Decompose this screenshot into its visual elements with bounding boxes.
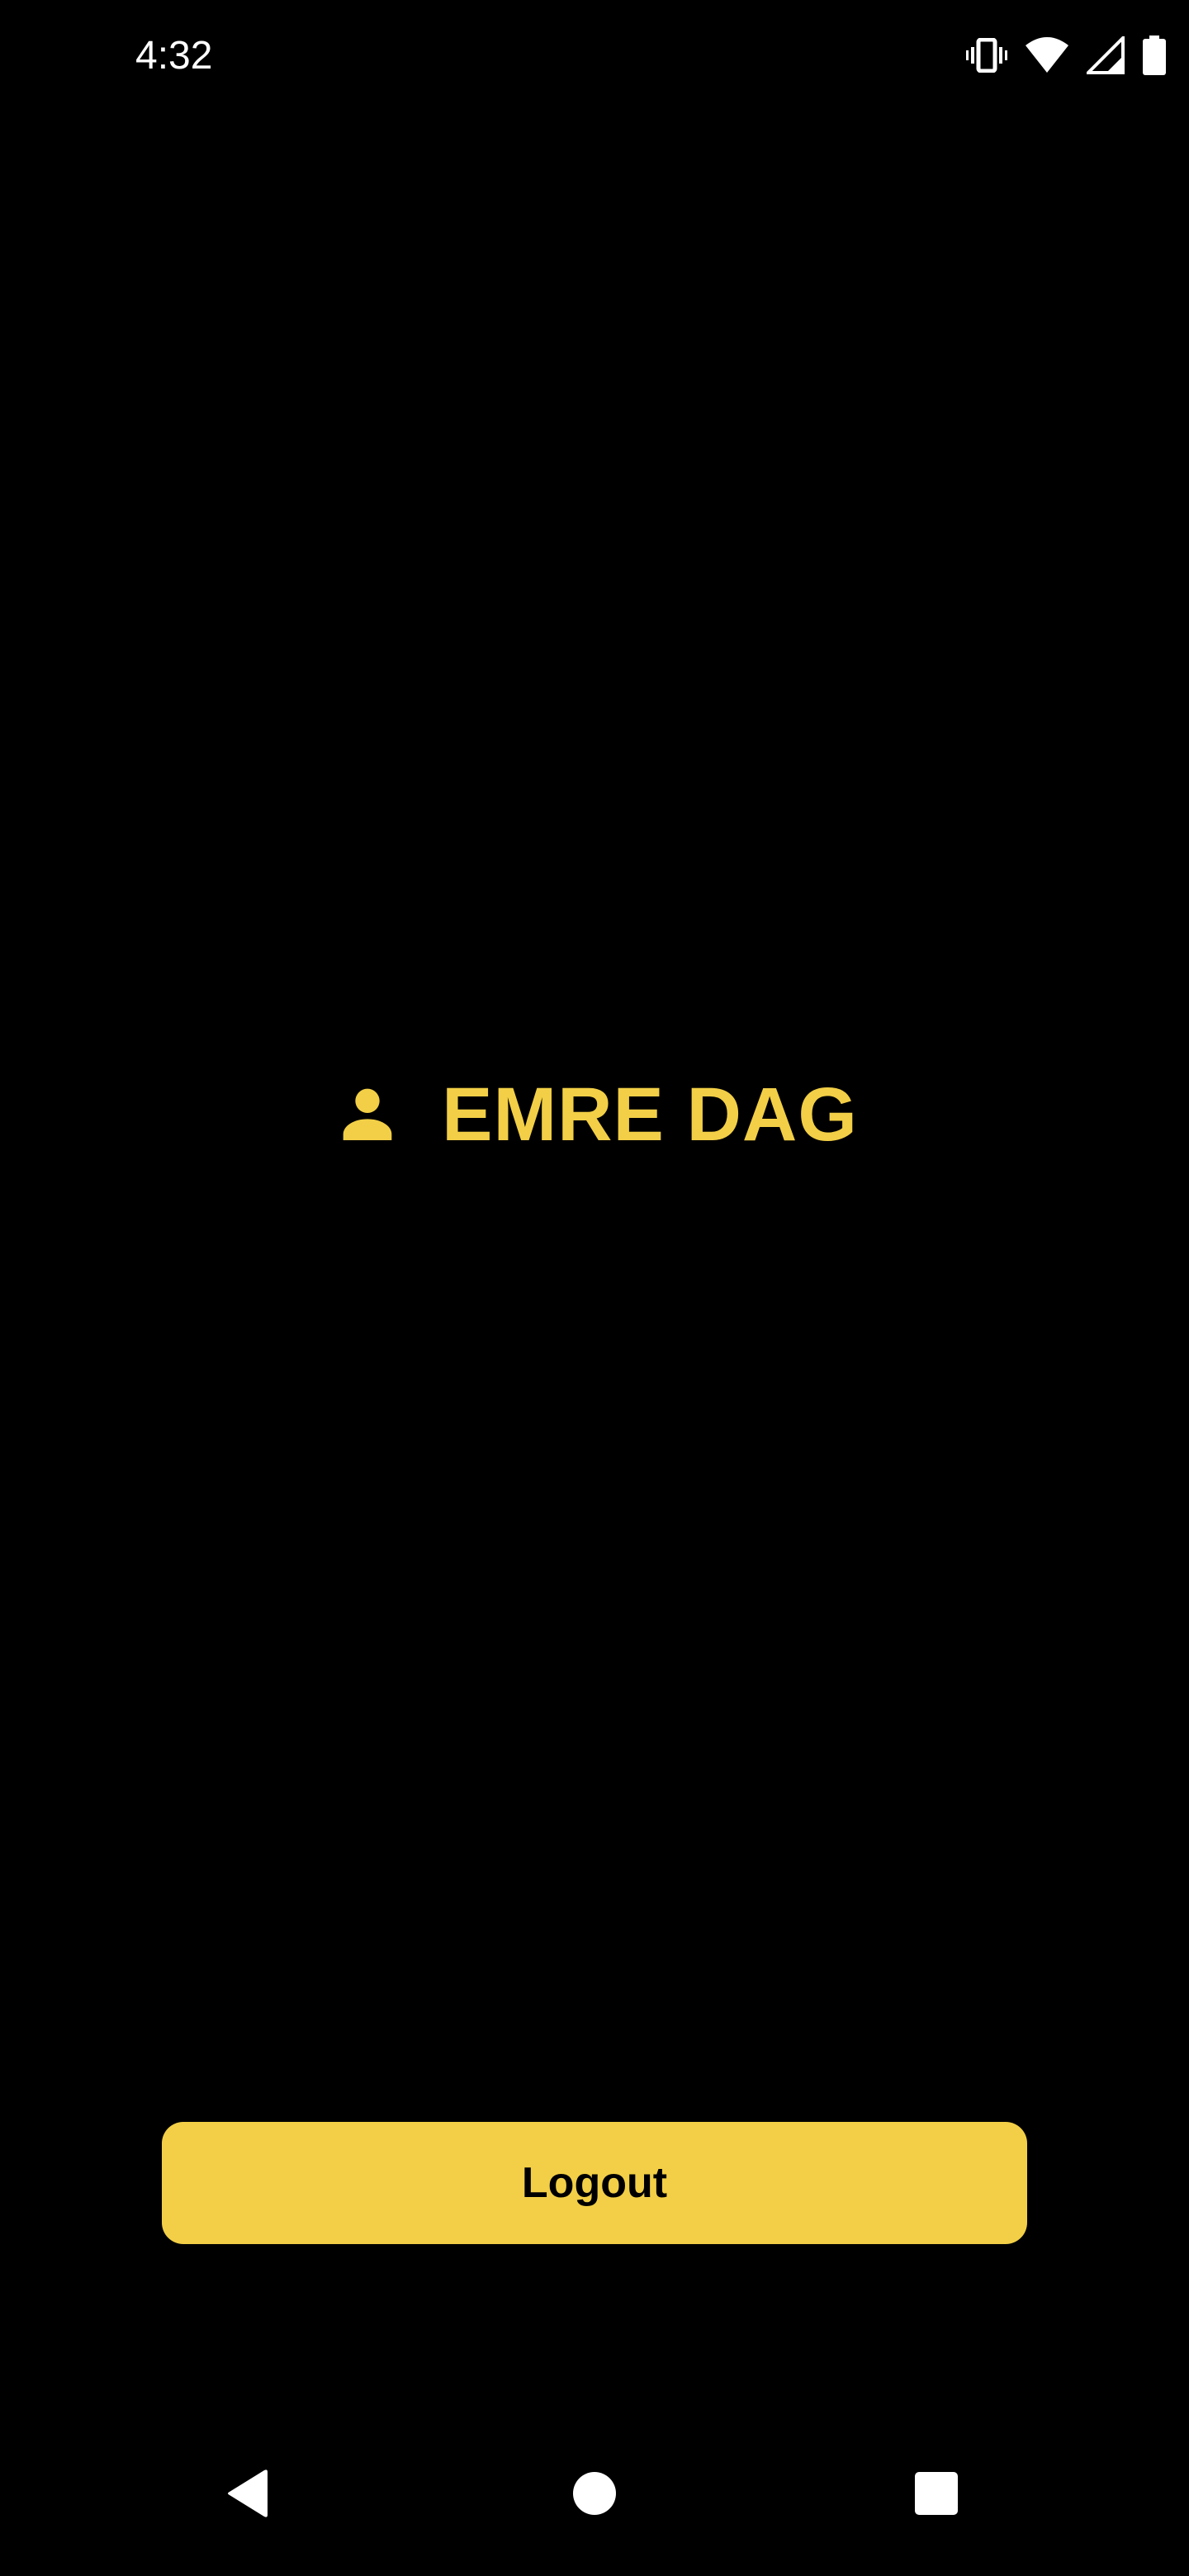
person-icon — [331, 1077, 404, 1153]
recents-icon[interactable] — [887, 2444, 986, 2543]
back-icon[interactable] — [198, 2444, 297, 2543]
user-profile: EMRE DAG — [0, 1073, 1189, 1156]
wifi-icon — [1026, 37, 1068, 73]
user-name: EMRE DAG — [442, 1073, 858, 1157]
battery-icon — [1143, 36, 1166, 75]
home-icon[interactable] — [545, 2444, 644, 2543]
status-icons — [966, 33, 1166, 78]
logout-button[interactable]: Logout — [162, 2122, 1027, 2244]
vibrate-icon — [966, 38, 1007, 73]
status-time: 4:32 — [135, 34, 213, 78]
status-bar: 4:32 — [0, 0, 1189, 116]
signal-icon — [1087, 36, 1125, 74]
navigation-bar — [0, 2444, 1189, 2576]
